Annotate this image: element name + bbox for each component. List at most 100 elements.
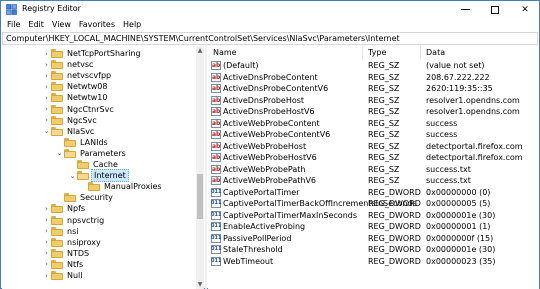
value-type: REG_SZ [368,95,400,105]
reg-sz-icon [211,72,221,83]
menu-help[interactable]: Help [119,18,145,32]
value-row[interactable]: (Default) REG_SZ (value not set) [208,60,539,71]
chevron-down-icon[interactable]: ⌄ [68,170,77,181]
value-row[interactable]: StaleThreshold REG_DWORD 0x0000001e (30) [208,244,539,255]
minimize-button[interactable] [450,1,480,18]
chevron-down-icon[interactable]: ⌄ [42,126,51,137]
folder-icon [51,215,63,225]
value-row[interactable]: ActiveWebProbeContentV6 REG_SZ success [208,129,539,140]
value-type: REG_SZ [368,176,400,185]
folder-icon [51,82,63,92]
value-type: REG_DWORD [368,233,421,243]
folder-icon [51,104,63,114]
value-row[interactable]: ActiveWebProbePathV6 REG_SZ success.txt [208,175,539,186]
column-header-data[interactable]: Data [421,46,539,59]
value-type: REG_SZ [368,130,400,139]
reg-sz-icon [211,129,221,140]
reg-dword-icon [211,210,221,221]
reg-sz-icon [211,83,221,94]
column-header-type[interactable]: Type [363,46,421,59]
pane-splitter[interactable] [205,46,207,289]
value-row[interactable]: ActiveWebProbeHost REG_SZ detectportal.fir… [208,141,539,152]
scroll-up-icon[interactable]: ▲ [196,46,204,55]
value-row[interactable]: ActiveWebProbeContent REG_SZ success [208,118,539,129]
value-row[interactable]: ActiveDnsProbeContentV6 REG_SZ 2620:119:35… [208,83,539,94]
value-name: ActiveWebProbeContentV6 [223,130,331,139]
menu-edit[interactable]: Edit [24,18,48,32]
scroll-down-icon[interactable]: ▼ [196,280,204,289]
value-type: REG_DWORD [368,199,421,208]
address-bar[interactable]: Computer\HKEY_LOCAL_MACHINE\SYSTEM\Curre… [2,32,538,45]
value-data: 208.67.222.222 [426,72,490,82]
chevron-right-icon[interactable]: › [42,270,51,281]
reg-sz-icon [211,141,221,152]
folder-icon [64,193,76,203]
value-type: REG_SZ [368,72,400,82]
value-row[interactable]: ActiveWebProbeHostV6 REG_SZ detectportal.f… [208,152,539,163]
value-row[interactable]: CaptivePortalTimer REG_DWORD 0x00000000 (0… [208,187,539,198]
address-path[interactable]: Computer\HKEY_LOCAL_MACHINE\SYSTEM\Curre… [6,34,400,43]
value-data: 0x0000001e (30) [426,245,496,254]
scroll-thumb[interactable] [197,174,203,219]
value-row[interactable]: CaptivePortalTimerBackOffIncrementsInSec… [208,198,539,209]
reg-sz-icon [211,164,221,175]
value-name: ActiveDnsProbeHost [223,95,305,105]
maximize-icon [491,5,499,14]
value-data: 0x00000000 (0) [426,187,491,197]
value-name: WebTimeout [223,256,274,266]
minimize-icon [460,9,470,10]
value-name: ActiveWebProbePath [223,164,306,174]
folder-icon [64,148,76,158]
menu-favorites[interactable]: Favorites [75,18,119,32]
value-type: REG_SZ [368,118,400,128]
value-name: PassivePollPeriod [223,233,292,243]
value-row[interactable]: PassivePollPeriod REG_DWORD 0x0000000f (15… [208,233,539,244]
value-data: 2620:119:35::35 [426,84,493,93]
tree-item-null[interactable]: › Null [42,269,85,282]
folder-icon [51,71,63,81]
value-name: ActiveWebProbeContent [223,118,320,128]
registry-editor-window: Registry Editor ✕ File Edit View Favorit… [0,0,540,289]
maximize-button[interactable] [480,1,510,18]
tree-scrollbar[interactable]: ▲ ▼ [196,46,204,289]
folder-icon [77,160,89,169]
value-name: CaptivePortalTimerMaxInSeconds [223,210,358,220]
menu-view[interactable]: View [48,18,75,32]
folder-icon [51,60,63,70]
column-header-name[interactable]: Name [208,46,363,59]
key-tree: › NetTcpPortSharing › netvsc › netvscvfpp › Net… [2,46,203,289]
value-data: 0x00000023 (35) [426,256,496,266]
value-row[interactable]: CaptivePortalTimerMaxInSeconds REG_DWORD 0… [208,210,539,221]
menu-file[interactable]: File [3,18,24,32]
value-data: success [426,130,458,139]
value-data: 0x0000001e (30) [426,210,496,220]
value-row[interactable]: ActiveWebProbePath REG_SZ success.txt [208,164,539,175]
reg-sz-icon [211,60,221,71]
reg-sz-icon [211,152,221,163]
value-data: (value not set) [426,61,485,70]
value-type: REG_DWORD [368,210,421,220]
value-row[interactable]: WebTimeout REG_DWORD 0x00000023 (35) [208,256,539,267]
value-type: REG_DWORD [368,245,421,254]
value-row[interactable]: ActiveDnsProbeHost REG_SZ resolver1.opendn… [208,95,539,106]
folder-icon [51,259,63,269]
folder-icon [51,237,63,247]
value-name: ActiveWebProbeHostV6 [223,153,317,162]
folder-icon [51,115,63,125]
folder-icon [51,126,63,136]
value-row[interactable]: EnableActiveProbing REG_DWORD 0x00000001 (… [208,221,539,232]
folder-icon [51,49,63,58]
close-button[interactable]: ✕ [510,1,540,18]
value-row[interactable]: ActiveDnsProbeHostV6 REG_SZ resolver1.open… [208,106,539,117]
title-bar[interactable]: Registry Editor ✕ [1,1,539,18]
reg-sz-icon [211,118,221,129]
value-data: 0x00000001 (1) [426,222,491,231]
chevron-down-icon[interactable]: ⌄ [55,148,64,159]
value-row[interactable]: ActiveDnsProbeContent REG_SZ 208.67.222.22… [208,72,539,83]
value-data: success.txt [426,164,471,174]
reg-dword-icon [211,256,221,267]
value-type: REG_SZ [368,164,400,174]
folder-icon [51,93,63,103]
window-title: Registry Editor [22,4,81,13]
folder-icon [51,226,63,236]
